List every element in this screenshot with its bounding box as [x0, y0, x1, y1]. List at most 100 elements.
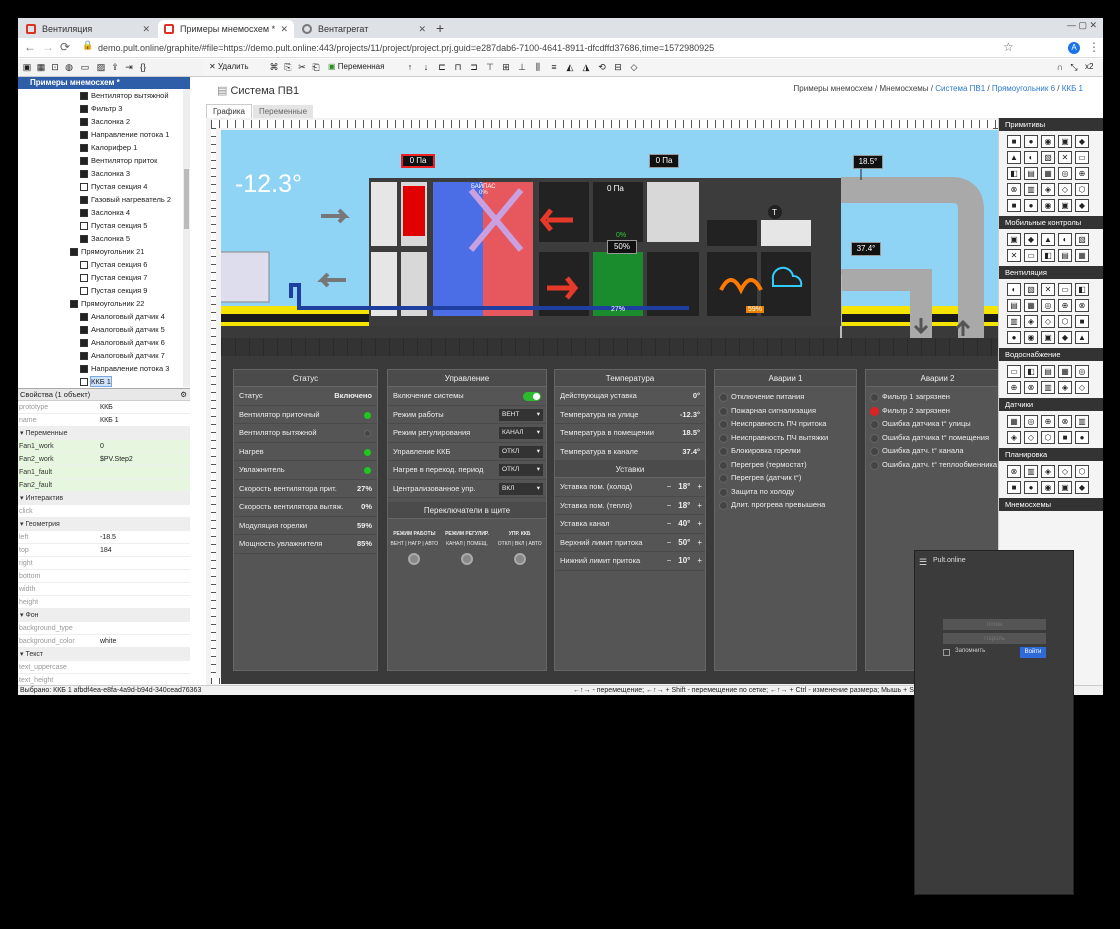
palette-item-icon[interactable]: ■ — [1007, 199, 1021, 212]
palette-item-icon[interactable]: ▭ — [1007, 365, 1021, 378]
palette-item-icon[interactable]: ■ — [1058, 431, 1072, 444]
palette-item-icon[interactable]: ● — [1024, 199, 1038, 212]
palette-item-icon[interactable]: ■ — [1075, 315, 1089, 328]
palette-item-icon[interactable]: ◉ — [1041, 135, 1055, 148]
upload-icon[interactable]: ⇪ — [110, 62, 120, 73]
property-row[interactable]: Fan2_fault — [18, 479, 190, 492]
tab-variables[interactable]: Переменные — [252, 105, 314, 119]
tab-mnemo-examples[interactable]: Примеры мнемосхем * ✕ — [158, 20, 294, 38]
distribute-v-icon[interactable]: ≡ — [549, 62, 559, 73]
plus-icon[interactable]: + — [697, 538, 702, 547]
palette-item-icon[interactable]: ▲ — [1007, 151, 1021, 164]
palette-item-icon[interactable]: ◈ — [1024, 315, 1038, 328]
tree-item[interactable]: Пустая секция 5 — [18, 219, 183, 232]
variable-button[interactable]: ▣ Переменная — [328, 62, 384, 71]
palette-item-icon[interactable]: ▥ — [1024, 183, 1038, 196]
palette-item-icon[interactable]: ▧ — [1041, 151, 1055, 164]
palette-item-icon[interactable]: ● — [1024, 481, 1038, 494]
setpoint-stepper[interactable]: −40° + — [667, 515, 702, 534]
palette-item-icon[interactable]: ● — [1075, 431, 1089, 444]
palette-item-icon[interactable]: ▤ — [1024, 167, 1038, 180]
property-row[interactable]: click — [18, 505, 190, 518]
arrow-up-icon[interactable]: ↑ — [405, 62, 415, 73]
palette-item-icon[interactable]: ◆ — [1058, 331, 1072, 344]
palette-item-icon[interactable]: ▦ — [1041, 167, 1055, 180]
group-icon[interactable]: ⌘ — [269, 62, 279, 73]
property-value[interactable]: ККБ — [100, 401, 180, 414]
plus-icon[interactable]: + — [697, 501, 702, 510]
close-icon[interactable]: ✕ — [142, 20, 150, 38]
property-row[interactable]: text_uppercase — [18, 661, 190, 674]
property-value[interactable]: white — [100, 635, 180, 648]
mode-select[interactable]: КАНАЛ — [499, 427, 543, 439]
palette-item-icon[interactable]: ◇ — [1041, 315, 1055, 328]
tree-item[interactable]: Пустая секция 7 — [18, 271, 183, 284]
url-field[interactable]: demo.pult.online/graphite/#file=https://… — [98, 40, 998, 56]
property-row[interactable]: Fan1_fault — [18, 466, 190, 479]
tree-item[interactable]: Пустая секция 9 — [18, 284, 183, 297]
editor-canvas[interactable]: T -12.3° 0 Па 0 Па 0 Па БАЙПАС 0% 18.5° 3… — [206, 118, 1010, 685]
palette-item-icon[interactable]: ◆ — [1024, 233, 1038, 246]
palette-item-icon[interactable]: ▤ — [1058, 249, 1072, 262]
reload-icon[interactable]: ⟳ — [60, 40, 70, 54]
plus-icon[interactable]: + — [697, 519, 702, 528]
save-icon[interactable]: ⊡ — [50, 62, 60, 73]
layer-icon[interactable]: ◇ — [629, 62, 639, 73]
palette-item-icon[interactable]: ◆ — [1075, 135, 1089, 148]
property-row[interactable]: right — [18, 557, 190, 570]
palette-section-title[interactable]: Вентиляция — [999, 266, 1103, 279]
palette-item-icon[interactable]: ⊗ — [1007, 465, 1021, 478]
property-group[interactable]: ▾ Текст — [18, 648, 190, 661]
tree-item[interactable]: Заслонка 5 — [18, 232, 183, 245]
palette-item-icon[interactable]: ◧ — [1041, 249, 1055, 262]
tree-item[interactable]: Фильтр 3 — [18, 102, 183, 115]
align-bottom-icon[interactable]: ⊥ — [517, 62, 527, 73]
mode-select[interactable]: ОТКЛ — [499, 464, 543, 476]
tree-item[interactable]: Вентилятор вытяжной — [18, 89, 183, 102]
palette-item-icon[interactable]: ◇ — [1058, 183, 1072, 196]
property-value[interactable]: ККБ 1 — [100, 414, 180, 427]
palette-item-icon[interactable]: ⊕ — [1041, 415, 1055, 428]
property-row[interactable]: height — [18, 596, 190, 609]
palette-item-icon[interactable]: ▣ — [1007, 233, 1021, 246]
tree-item[interactable]: Аналоговый датчик 7 — [18, 349, 183, 362]
arrow-down-icon[interactable]: ↓ — [421, 62, 431, 73]
tree-item[interactable]: Прямоугольник 21 — [18, 245, 183, 258]
align-right-icon[interactable]: ⊐ — [469, 62, 479, 73]
palette-item-icon[interactable]: ⊗ — [1024, 381, 1038, 394]
align-top-icon[interactable]: ⊤ — [485, 62, 495, 73]
property-group[interactable]: ▾ Геометрия — [18, 518, 190, 531]
palette-item-icon[interactable]: ▥ — [1041, 381, 1055, 394]
palette-section-title[interactable]: Примитивы — [999, 118, 1103, 131]
palette-item-icon[interactable]: ◇ — [1075, 381, 1089, 394]
palette-item-icon[interactable]: ▭ — [1058, 283, 1072, 296]
palette-item-icon[interactable]: ▤ — [1007, 299, 1021, 312]
palette-item-icon[interactable]: ⊕ — [1007, 381, 1021, 394]
palette-item-icon[interactable]: ● — [1007, 331, 1021, 344]
palette-section-title[interactable]: Планировка — [999, 448, 1103, 461]
palette-item-icon[interactable]: ▧ — [1075, 233, 1089, 246]
palette-item-icon[interactable]: ▥ — [1075, 415, 1089, 428]
property-value[interactable]: 184 — [100, 544, 180, 557]
delete-button[interactable]: ✕ Удалить — [209, 62, 248, 71]
palette-section-title[interactable]: Мобильные контролы — [999, 216, 1103, 229]
palette-item-icon[interactable]: ◎ — [1024, 415, 1038, 428]
palette-item-icon[interactable]: ◐ — [1007, 283, 1021, 296]
tab-ventilation[interactable]: Вентиляция ✕ — [20, 20, 156, 38]
window-controls[interactable]: — ▢ ✕ — [1067, 20, 1097, 31]
tree-item[interactable]: Вентилятор приток — [18, 154, 183, 167]
property-value[interactable]: $PV.Step2 — [100, 453, 180, 466]
align-middle-icon[interactable]: ⊞ — [501, 62, 511, 73]
palette-item-icon[interactable]: ◆ — [1075, 481, 1089, 494]
setpoint-stepper[interactable]: −10° + — [667, 552, 702, 571]
system-toggle[interactable] — [523, 392, 541, 401]
tree-item[interactable]: Заслонка 4 — [18, 206, 183, 219]
tree-scrollbar[interactable] — [183, 89, 190, 387]
palette-item-icon[interactable]: ⊕ — [1058, 299, 1072, 312]
palette-item-icon[interactable]: ▧ — [1024, 283, 1038, 296]
palette-item-icon[interactable]: ▦ — [1075, 249, 1089, 262]
gear-icon[interactable]: ⚙ — [180, 389, 187, 401]
login-field[interactable] — [943, 619, 1046, 630]
property-row[interactable]: Fan1_work 0 — [18, 440, 190, 453]
flip-h-icon[interactable]: ◭ — [565, 62, 575, 73]
